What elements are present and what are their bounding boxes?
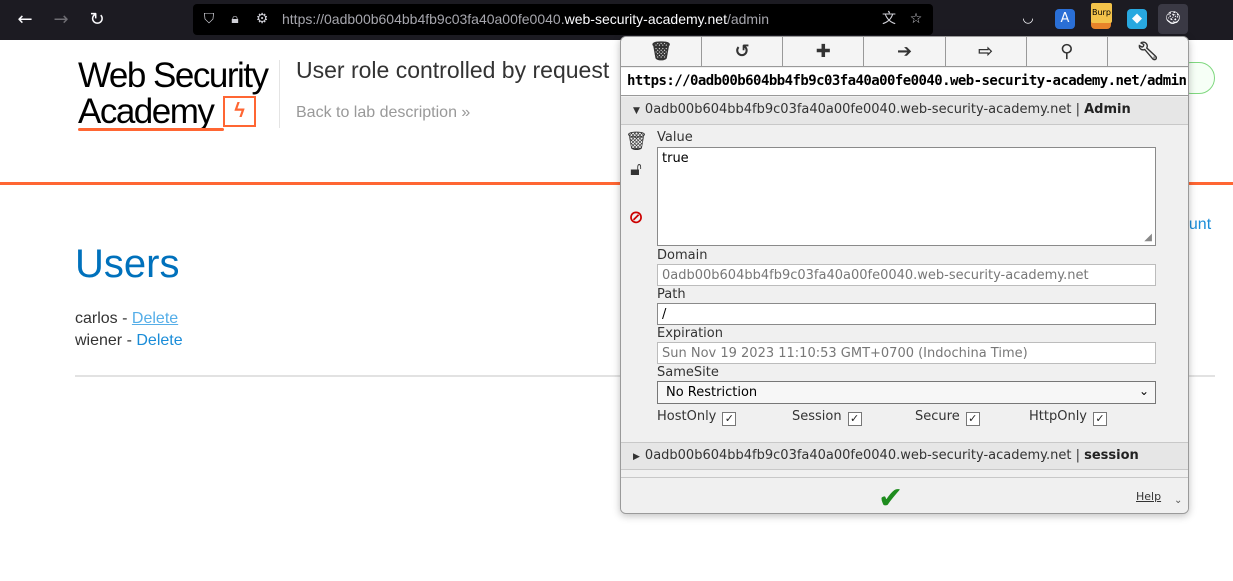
forward-arrow-icon[interactable]: → xyxy=(49,8,73,32)
shield-icon[interactable]: ⛉ xyxy=(200,10,218,28)
pocket-icon[interactable]: ◡ xyxy=(1018,9,1038,29)
cookie-header-admin[interactable]: ▼ 0adb00b604bb4fb9c03fa40a00fe0040.web-se… xyxy=(621,97,1188,125)
url-text[interactable]: https://0adb00b604bb4fb9c03fa40a00fe0040… xyxy=(282,11,769,27)
back-arrow-icon[interactable]: ← xyxy=(13,8,37,32)
cookie-header-session[interactable]: ▶ 0adb00b604bb4fb9c03fa40a00fe0040.web-se… xyxy=(621,442,1188,470)
scroll-down-icon[interactable]: ⌄ xyxy=(1174,495,1182,506)
lightning-icon: ϟ xyxy=(223,96,256,127)
browser-toolbar: ← → ↻ ⛉ 🔒︎ ⚙ https://0adb00b604bb4fb9c03… xyxy=(0,0,1233,40)
lock-icon[interactable]: 🔒︎ xyxy=(226,10,244,28)
web-security-academy-logo[interactable]: Web Security Academy ϟ xyxy=(78,58,278,131)
translate-extension-icon[interactable]: A xyxy=(1055,9,1075,29)
trash-icon[interactable]: 🗑︎ xyxy=(621,37,703,66)
hostonly-flag: HostOnly ✓ xyxy=(657,409,737,426)
burp-extension-icon[interactable]: Burp xyxy=(1091,3,1112,29)
cookie-editor-footer: ✔ Help xyxy=(621,477,1188,513)
add-icon[interactable]: ✚ xyxy=(783,37,865,66)
export-icon[interactable]: ⇨ xyxy=(946,37,1027,66)
import-icon[interactable]: ➔ xyxy=(864,37,946,66)
address-bar[interactable]: ⛉ 🔒︎ ⚙ https://0adb00b604bb4fb9c03fa40a0… xyxy=(193,4,933,35)
cookie-editor-url: https://0adb00b604bb4fb9c03fa40a00fe0040… xyxy=(621,68,1188,96)
users-heading: Users xyxy=(75,242,180,286)
cookie-flags: HostOnly ✓ Session ✓ Secure ✓ HttpOnly ✓ xyxy=(657,409,1157,429)
httponly-flag: HttpOnly ✓ xyxy=(1029,409,1107,426)
user-row-wiener: wiener - Delete xyxy=(75,332,183,349)
resize-grip-icon[interactable]: ◢ xyxy=(1144,232,1152,243)
session-checkbox[interactable]: ✓ xyxy=(847,412,862,426)
reload-icon[interactable]: ↻ xyxy=(85,8,109,32)
lab-title: User role controlled by request xyxy=(296,57,610,83)
search-icon[interactable]: ⚲ xyxy=(1027,37,1108,66)
cookie-editor-toolbar: 🗑︎ ↺ ✚ ➔ ⇨ ⚲ 🔧︎ xyxy=(621,37,1188,67)
cookie-expiration-field[interactable]: Sun Nov 19 2023 11:10:53 GMT+0700 (Indoc… xyxy=(657,342,1156,364)
permissions-icon[interactable]: ⚙ xyxy=(253,10,271,28)
delete-wiener-link[interactable]: Delete xyxy=(136,332,182,349)
unlock-icon[interactable]: 🔓︎ xyxy=(625,159,647,181)
session-flag: Session ✓ xyxy=(792,409,862,426)
translate-icon[interactable]: 文 xyxy=(880,10,898,28)
chevron-down-icon: ⌄ xyxy=(1138,384,1149,398)
header-divider xyxy=(279,60,280,128)
back-to-lab-link[interactable]: Back to lab description » xyxy=(296,104,470,122)
expanded-triangle-icon: ▼ xyxy=(633,106,640,116)
extension-icon[interactable]: ◆ xyxy=(1127,9,1147,29)
secure-checkbox[interactable]: ✓ xyxy=(965,412,980,426)
cookie-domain-field[interactable]: 0adb00b604bb4fb9c03fa40a00fe0040.web-sec… xyxy=(657,264,1156,286)
delete-cookie-trash-icon[interactable]: 🗑︎ xyxy=(625,131,648,153)
collapsed-triangle-icon: ▶ xyxy=(633,452,640,462)
user-row-carlos: carlos - Delete xyxy=(75,310,179,327)
samesite-select[interactable]: No Restriction ⌄ xyxy=(657,381,1156,404)
reset-icon[interactable]: ↺ xyxy=(702,37,784,66)
secure-flag: Secure ✓ xyxy=(915,409,980,426)
cookie-editor-popup: 🗑︎ ↺ ✚ ➔ ⇨ ⚲ 🔧︎ https://0adb00b604bb4fb9… xyxy=(620,36,1189,514)
wrench-icon[interactable]: 🔧︎ xyxy=(1108,37,1188,66)
logo-underline xyxy=(78,128,224,131)
cookie-path-field[interactable]: / xyxy=(657,303,1156,325)
httponly-checkbox[interactable]: ✓ xyxy=(1093,412,1107,426)
cookie-value-textarea[interactable]: true ◢ xyxy=(657,147,1156,246)
bookmark-star-icon[interactable]: ☆ xyxy=(907,10,925,28)
delete-carlos-link[interactable]: Delete xyxy=(132,310,178,327)
save-checkmark-icon[interactable]: ✔ xyxy=(878,481,903,513)
block-cookie-icon[interactable]: ⊘ xyxy=(625,207,647,229)
cookie-icon[interactable]: 🍪︎ xyxy=(1158,4,1188,34)
help-link[interactable]: Help xyxy=(1136,490,1161,503)
hostonly-checkbox[interactable]: ✓ xyxy=(722,412,737,426)
